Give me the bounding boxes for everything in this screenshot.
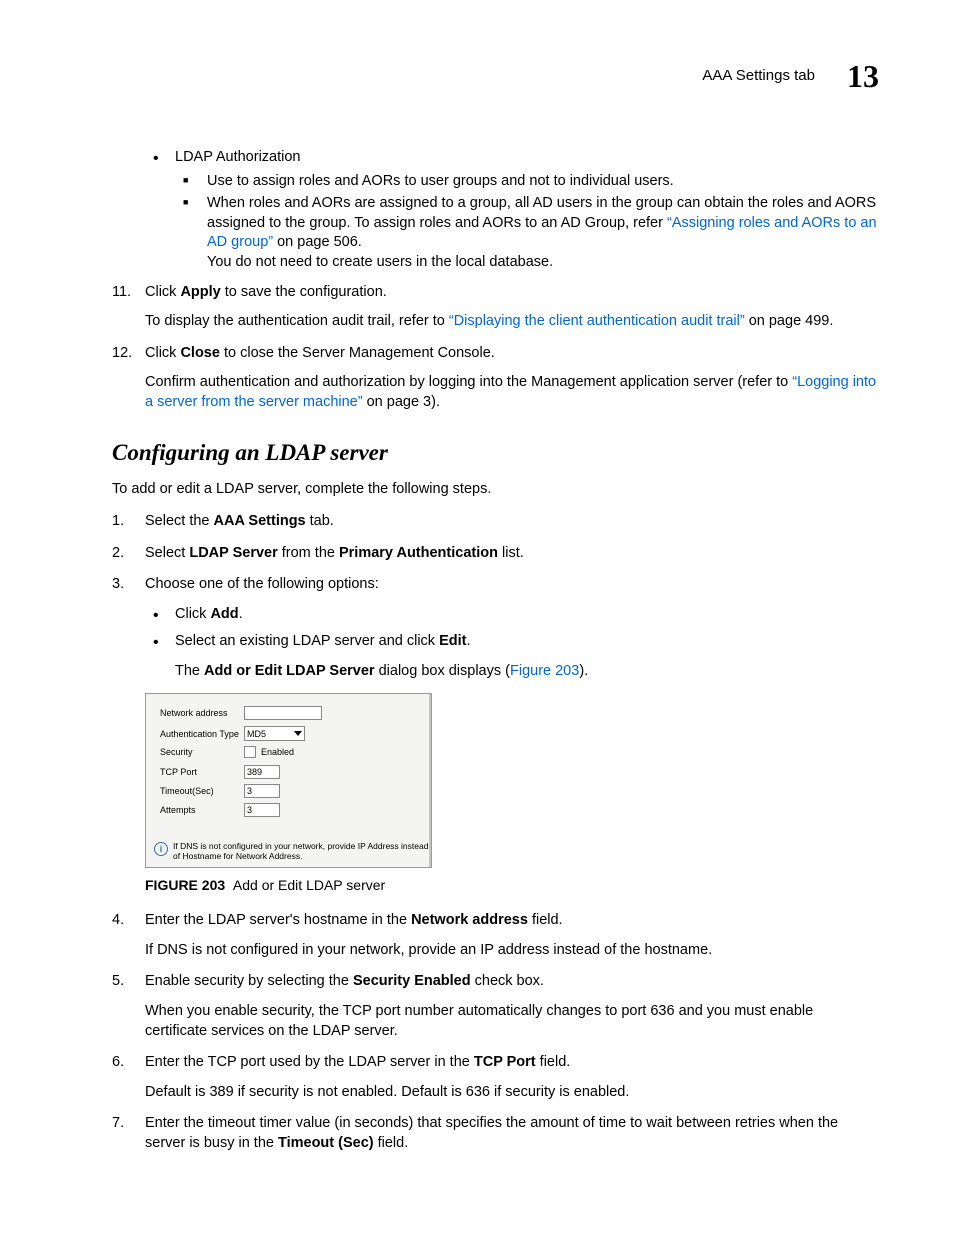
- step-6: 6. Enter the TCP port used by the LDAP s…: [112, 1053, 879, 1102]
- dlg-timeout-input[interactable]: [244, 784, 280, 798]
- link-figure-203[interactable]: Figure 203: [510, 663, 579, 679]
- dlg-authtype-select[interactable]: MD5: [244, 726, 305, 741]
- section-intro: To add or edit a LDAP server, complete t…: [112, 480, 879, 500]
- ldap-dialog: Network address Authentication Type MD5 …: [145, 693, 432, 868]
- ldap-auth-sq1: Use to assign roles and AORs to user gro…: [175, 172, 879, 192]
- dlg-info-text: If DNS is not configured in your network…: [173, 842, 431, 862]
- dlg-lbl-attempts: Attempts: [160, 804, 244, 816]
- step-3-opt-edit: Select an existing LDAP server and click…: [145, 632, 879, 652]
- link-audit-trail[interactable]: “Displaying the client authentication au…: [449, 313, 745, 329]
- dlg-lbl-network: Network address: [160, 707, 244, 719]
- figure-caption: FIGURE 203 Add or Edit LDAP server: [145, 876, 879, 895]
- step-2: 2. Select LDAP Server from the Primary A…: [112, 544, 879, 564]
- step-5: 5. Enable security by selecting the Secu…: [112, 972, 879, 1041]
- step-7: 7. Enter the timeout timer value (in sec…: [112, 1114, 879, 1153]
- step-3: 3. Choose one of the following options: …: [112, 575, 879, 895]
- step-3-opt-add: Click Add.: [145, 605, 879, 625]
- dlg-security-checkbox[interactable]: [244, 746, 256, 758]
- dlg-tcp-input[interactable]: [244, 765, 280, 779]
- ldap-auth-title: LDAP Authorization: [175, 149, 300, 165]
- ldap-authorization-item: LDAP Authorization Use to assign roles a…: [145, 148, 879, 272]
- dlg-lbl-security: Security: [160, 746, 244, 758]
- step-12: 12. Click Close to close the Server Mana…: [112, 344, 879, 413]
- dlg-enabled-label: Enabled: [261, 746, 294, 758]
- page-header: AAA Settings tab 13: [112, 55, 879, 98]
- header-title: AAA Settings tab: [702, 66, 815, 86]
- dlg-attempts-input[interactable]: [244, 803, 280, 817]
- info-icon: i: [154, 842, 168, 856]
- step-11: 11. Click Apply to save the configuratio…: [112, 283, 879, 332]
- dlg-lbl-authtype: Authentication Type: [160, 728, 244, 740]
- step-1: 1. Select the AAA Settings tab.: [112, 512, 879, 532]
- dlg-network-input[interactable]: [244, 706, 322, 720]
- ldap-auth-sq2: When roles and AORs are assigned to a gr…: [175, 194, 879, 272]
- dlg-lbl-tcp: TCP Port: [160, 766, 244, 778]
- section-heading: Configuring an LDAP server: [112, 437, 879, 468]
- step-4: 4. Enter the LDAP server's hostname in t…: [112, 911, 879, 960]
- chapter-number: 13: [847, 55, 879, 98]
- dlg-lbl-timeout: Timeout(Sec): [160, 785, 244, 797]
- chevron-down-icon: [294, 731, 302, 736]
